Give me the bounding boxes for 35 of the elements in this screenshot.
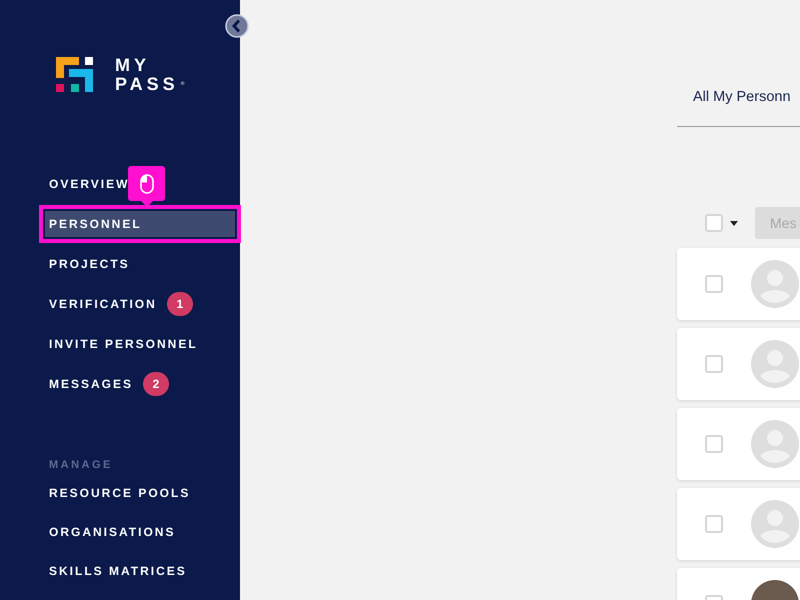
collapse-button[interactable] <box>225 14 249 38</box>
row-checkbox[interactable] <box>705 435 723 453</box>
nav-item[interactable]: INVITE PERSONNEL <box>45 331 235 357</box>
nav-item[interactable]: SKILLS MATRICES <box>45 558 235 584</box>
nav-label: PERSONNEL <box>49 217 142 231</box>
nav-item[interactable]: ORGANISATIONS <box>45 519 235 545</box>
select-all-checkbox[interactable] <box>705 214 723 232</box>
nav-item[interactable]: RESOURCE POOLS <box>45 480 235 506</box>
nav-label: RESOURCE POOLS <box>49 486 190 500</box>
nav-item[interactable]: OVERVIEW <box>45 171 235 197</box>
nav-label: VERIFICATION <box>49 297 157 311</box>
mouse-icon <box>140 174 154 194</box>
count-badge: 1 <box>166 292 193 316</box>
nav-label: OVERVIEW <box>49 177 130 191</box>
avatar-icon <box>751 500 799 548</box>
nav-item[interactable]: PROJECTS <box>45 251 235 277</box>
nav-item[interactable]: PERSONNEL <box>45 211 235 237</box>
section-heading: MANAGE <box>49 459 114 471</box>
nav-item[interactable]: MESSAGES 2 <box>45 371 235 397</box>
nav-label: INVITE PERSONNEL <box>49 337 198 351</box>
count-badge: 2 <box>143 372 170 396</box>
nav-label: SKILLS MATRICES <box>49 564 187 578</box>
nav-label: MESSAGES <box>49 377 134 391</box>
nav-item[interactable]: VERIFICATION 1 <box>45 291 235 317</box>
avatar-icon <box>751 420 799 468</box>
avatar-icon <box>751 260 799 308</box>
logo-icon <box>56 57 93 92</box>
row-checkbox[interactable] <box>705 515 723 533</box>
avatar-icon <box>751 340 799 388</box>
row-checkbox[interactable] <box>705 355 723 373</box>
nav-label: ORGANISATIONS <box>49 525 176 539</box>
row-checkbox[interactable] <box>705 275 723 293</box>
nav-label: PROJECTS <box>49 257 130 271</box>
tab[interactable]: All My Personn <box>693 89 791 105</box>
caret-icon[interactable] <box>730 220 738 226</box>
